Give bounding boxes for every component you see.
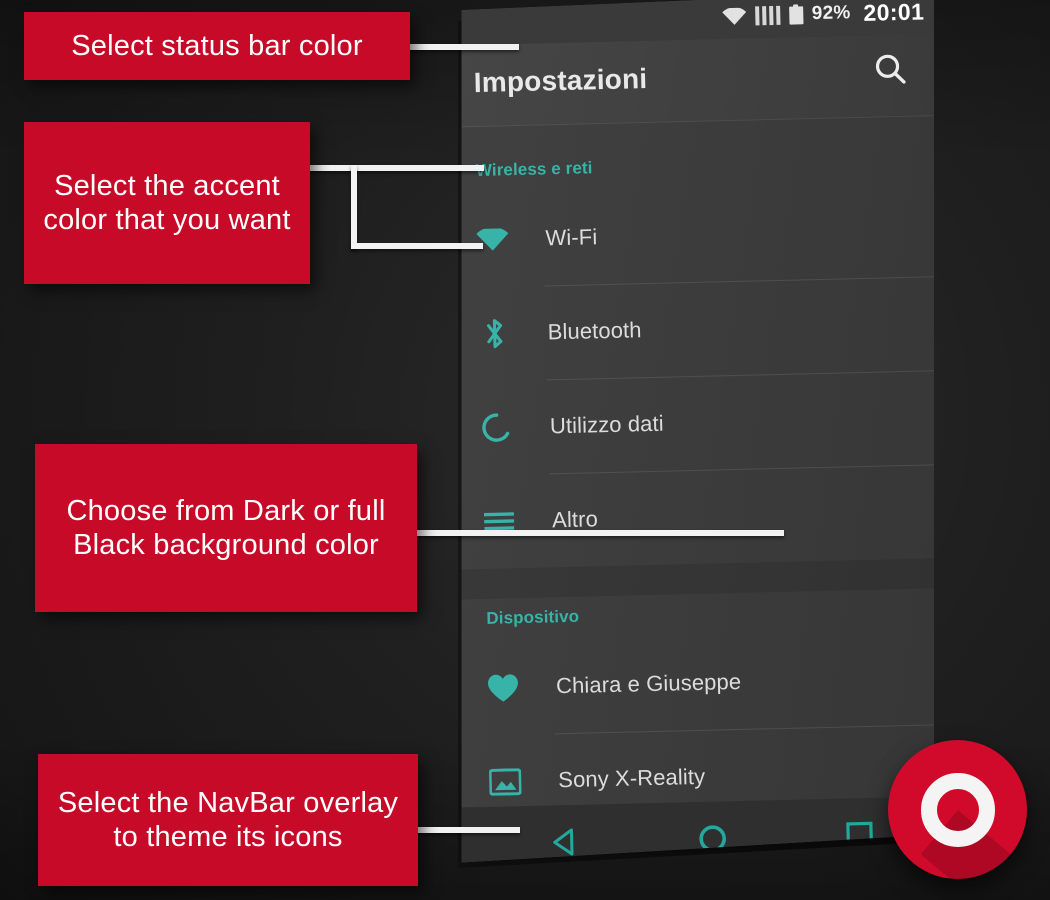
callout-text: Select the NavBar overlay to theme its i… (57, 786, 399, 853)
list-item-label: Wi-Fi (545, 224, 598, 251)
page-title: Impostazioni (473, 62, 648, 99)
callout-status-bar-color: Select status bar color (24, 12, 410, 80)
list-item-data-usage[interactable]: Utilizzo dati (462, 370, 934, 476)
connector-accent-vertical (351, 165, 357, 249)
section-header-wireless: Wireless e reti (475, 158, 593, 181)
phone-mockup: 92% 20:01 Impostazioni Wireless e reti W… (452, 0, 934, 870)
logo-ring (920, 772, 995, 847)
callout-text: Choose from Dark or full Black backgroun… (66, 494, 386, 561)
heart-icon (486, 670, 521, 705)
phone-screen: 92% 20:01 Impostazioni Wireless e reti W… (461, 0, 934, 863)
recents-square-icon[interactable] (837, 813, 882, 858)
callout-accent-color: Select the accent color that you want (24, 122, 310, 284)
screenshot-root: 92% 20:01 Impostazioni Wireless e reti W… (0, 0, 1050, 900)
list-item-more[interactable]: Altro (462, 464, 934, 570)
list-item-chiara-giuseppe[interactable]: Chiara e Giuseppe (462, 630, 934, 736)
section-header-device: Dispositivo (486, 606, 580, 628)
list-item-label: Sony X-Reality (557, 763, 706, 793)
callout-text: Select the accent color that you want (43, 169, 291, 236)
signal-bars-icon (754, 5, 781, 25)
list-item-bluetooth[interactable]: Bluetooth (462, 276, 934, 382)
bluetooth-icon (477, 316, 512, 351)
navigation-bar (461, 795, 934, 863)
settings-list: Wireless e reti Wi-Fi Bluetooth Utilizzo… (461, 115, 934, 828)
action-bar: Impostazioni (461, 33, 934, 128)
data-usage-icon (480, 410, 515, 445)
callout-navbar-overlay: Select the NavBar overlay to theme its i… (38, 754, 418, 886)
list-item-wifi[interactable]: Wi-Fi (462, 182, 934, 288)
wifi-icon (721, 7, 746, 25)
list-item-label: Bluetooth (547, 317, 642, 345)
list-item-label: Chiara e Giuseppe (555, 668, 742, 699)
connector-accent-top (302, 165, 484, 171)
app-logo-ring-icon (888, 740, 1027, 879)
search-icon[interactable] (869, 49, 912, 92)
picture-icon (488, 764, 523, 799)
connector-accent-bottom (351, 243, 483, 249)
connector-status-bar (404, 44, 519, 50)
connector-background (414, 530, 784, 536)
callout-text: Select status bar color (71, 29, 363, 62)
status-bar-clock: 20:01 (863, 0, 925, 26)
connector-navbar (414, 827, 520, 833)
battery-percent-label: 92% (811, 2, 851, 25)
battery-icon (788, 4, 804, 25)
wifi-icon (475, 222, 510, 257)
list-item-label: Utilizzo dati (549, 410, 664, 439)
callout-background-color: Choose from Dark or full Black backgroun… (35, 444, 417, 612)
